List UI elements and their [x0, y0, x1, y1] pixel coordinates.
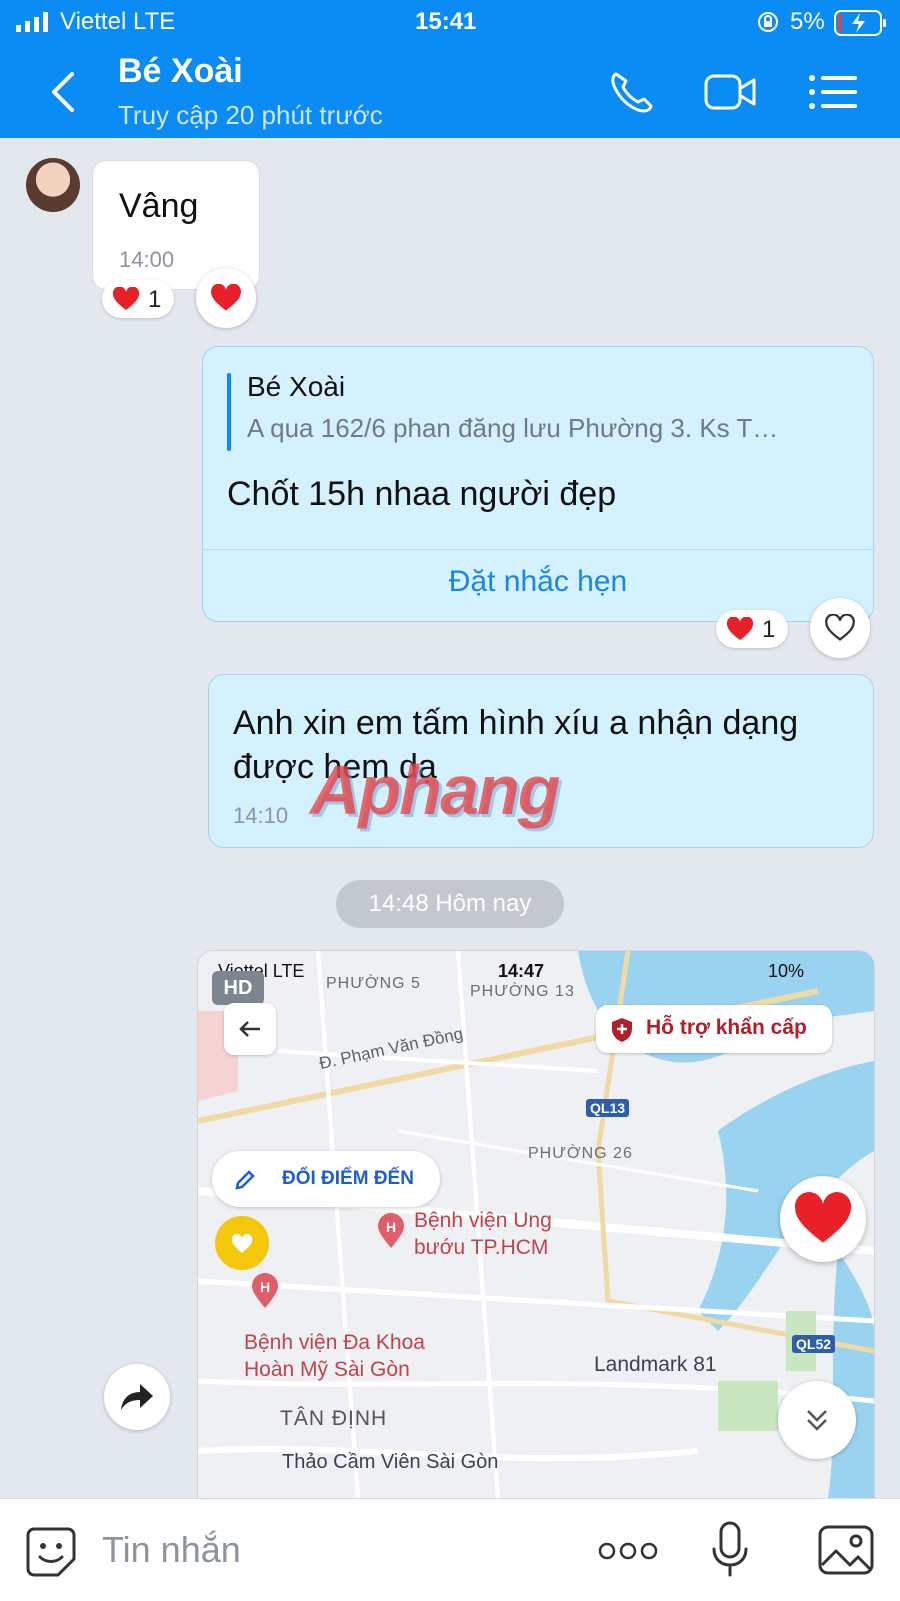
reaction-count: 1: [762, 616, 776, 643]
heart-icon: [726, 617, 754, 640]
svg-text:H: H: [386, 1219, 396, 1235]
more-icon[interactable]: [598, 1541, 658, 1561]
heart-outline-icon: [825, 614, 855, 641]
destination-pin-icon: [215, 1216, 269, 1270]
back-icon[interactable]: [44, 70, 84, 114]
map-road-badge: QL52: [792, 1335, 836, 1353]
hospital-pin-icon: H: [252, 1273, 278, 1308]
image-icon[interactable]: [818, 1525, 874, 1575]
quote-bar: [227, 373, 231, 451]
svg-text:H: H: [260, 1279, 270, 1295]
reaction-summary[interactable]: 1: [716, 610, 788, 648]
date-divider: 14:48 Hôm nay: [336, 880, 564, 928]
hd-badge: HD: [212, 971, 264, 1005]
scroll-down-button[interactable]: [778, 1381, 856, 1459]
chat-header: Viettel LTE 15:41 5% Bé Xoài Truy cập 20…: [0, 0, 900, 138]
contact-avatar[interactable]: [26, 158, 80, 212]
battery-icon: [834, 10, 886, 36]
carrier-text: Viettel LTE: [60, 8, 176, 35]
poi-zoo: Thảo Cầm Viên Sài Gòn: [282, 1451, 499, 1473]
message-text: Vâng: [119, 187, 199, 225]
image-message[interactable]: Viettel LTE 14:47 10% HD Hỗ trợ khẩn cấp…: [197, 950, 875, 1500]
map-status-battery: 10%: [768, 961, 805, 981]
map-back-button: [224, 1003, 276, 1055]
map-label: PHƯỜNG 5: [326, 975, 421, 992]
map-label: TÂN ĐỊNH: [280, 1407, 388, 1430]
map-status-time: 14:47: [498, 961, 545, 981]
shield-icon: [612, 1018, 632, 1042]
share-button[interactable]: [104, 1364, 170, 1430]
divider: [203, 549, 873, 550]
quote-text: A qua 162/6 phan đăng lưu Phường 3. Ks T…: [247, 413, 779, 443]
set-reminder-button[interactable]: Đặt nhắc hẹn: [203, 565, 873, 599]
react-button[interactable]: [196, 268, 256, 328]
share-arrow-icon: [121, 1384, 153, 1410]
last-seen: Truy cập 20 phút trước: [118, 100, 383, 130]
outgoing-reply-message[interactable]: Bé Xoài A qua 162/6 phan đăng lưu Phường…: [202, 346, 874, 622]
phone-icon[interactable]: [606, 68, 658, 116]
react-button[interactable]: [810, 598, 870, 658]
microphone-icon[interactable]: [710, 1521, 750, 1579]
change-destination-button: ĐỔI ĐIỂM ĐẾN: [212, 1151, 440, 1207]
heart-icon: [112, 287, 140, 310]
poi-landmark: Landmark 81: [594, 1353, 717, 1376]
emergency-support-label: Hỗ trợ khẩn cấp: [646, 1016, 807, 1039]
react-button[interactable]: [780, 1176, 866, 1262]
watermark-logo: Aphang: [310, 751, 561, 829]
map-label: PHƯỜNG 26: [528, 1145, 633, 1162]
quote-author: Bé Xoài: [247, 371, 346, 402]
video-icon[interactable]: [704, 68, 756, 116]
reaction-count: 1: [148, 286, 162, 313]
contact-name[interactable]: Bé Xoài: [118, 52, 243, 91]
heart-icon: [211, 284, 241, 311]
poi-hospital: Bệnh viện Ung bướu TP.HCM: [414, 1209, 552, 1259]
status-bar: Viettel LTE 15:41 5%: [0, 0, 900, 44]
hospital-pin-icon: H: [378, 1213, 404, 1248]
message-input-bar: Tin nhắn: [0, 1498, 900, 1601]
battery-percent: 5%: [790, 8, 825, 35]
signal-icon: [16, 12, 48, 32]
emergency-support-button: Hỗ trợ khẩn cấp: [596, 1005, 832, 1053]
pencil-icon: [235, 1170, 255, 1190]
chevron-double-down-icon: [807, 1410, 827, 1431]
menu-icon[interactable]: [808, 68, 860, 116]
arrow-left-icon: [239, 1021, 260, 1037]
sticker-icon[interactable]: [24, 1525, 78, 1579]
message-time: 14:00: [119, 247, 175, 272]
message-input[interactable]: Tin nhắn: [102, 1529, 241, 1571]
heart-icon: [794, 1192, 852, 1243]
change-destination-label: ĐỔI ĐIỂM ĐẾN: [282, 1168, 414, 1189]
reaction-summary[interactable]: 1: [102, 280, 174, 318]
message-text: Chốt 15h nhaa người đẹp: [227, 475, 617, 513]
message-time: 14:10: [233, 803, 289, 828]
map-road-badge: QL13: [586, 1099, 630, 1117]
poi-hospital: Bệnh viện Đa Khoa Hoàn Mỹ Sài Gòn: [244, 1331, 425, 1381]
rotation-lock-icon: [758, 12, 778, 32]
map-label: PHƯỜNG 13: [470, 983, 575, 1000]
status-time: 15:41: [415, 8, 477, 35]
